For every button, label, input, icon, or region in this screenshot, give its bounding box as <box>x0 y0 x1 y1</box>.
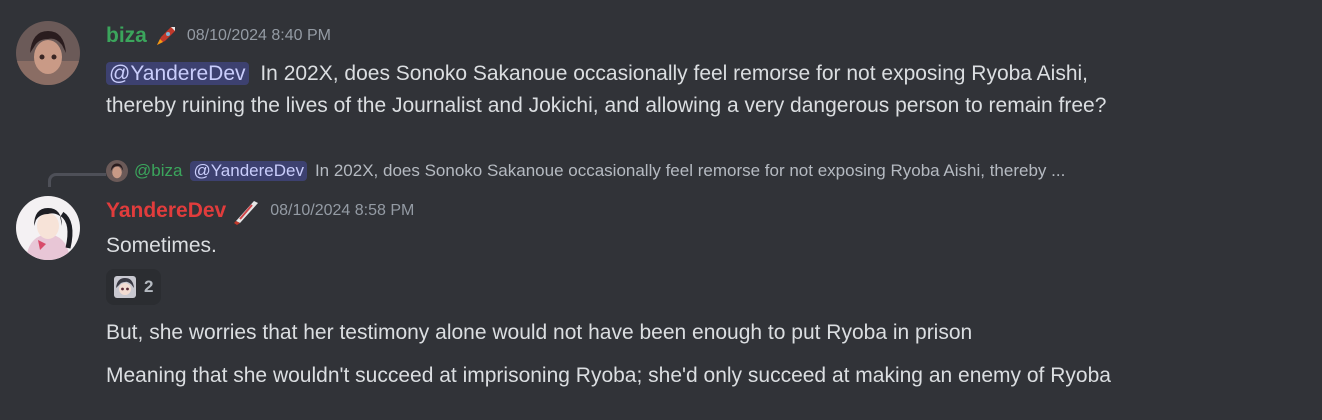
reply-spine <box>48 173 106 187</box>
mention[interactable]: @YandereDev <box>106 62 249 85</box>
message-line: @YandereDev In 202X, does Sonoko Sakanou… <box>106 58 1306 90</box>
message-content: @YandereDev In 202X, does Sonoko Sakanou… <box>106 58 1306 122</box>
reply-snippet: In 202X, does Sonoko Sakanoue occasional… <box>314 161 1066 180</box>
message-text: In 202X, does Sonoko Sakanoue occasional… <box>260 62 1089 85</box>
followup-message: Meaning that she wouldn't succeed at imp… <box>106 360 1111 392</box>
anime-face-emoji-icon <box>114 276 136 298</box>
reply-avatar <box>106 160 128 182</box>
timestamp: 08/10/2024 8:40 PM <box>186 27 331 44</box>
avatar[interactable] <box>16 21 80 85</box>
message-text: thereby ruining the lives of the Journal… <box>106 94 1107 117</box>
message-content: Sometimes. <box>106 230 217 262</box>
reply-mention[interactable]: @YandereDev <box>190 161 307 181</box>
followup-message: But, she worries that her testimony alon… <box>106 317 972 349</box>
message-text: Meaning that she wouldn't succeed at imp… <box>106 364 1111 387</box>
message-text: But, she worries that her testimony alon… <box>106 321 973 344</box>
username[interactable]: YandereDev <box>106 199 226 223</box>
username[interactable]: biza <box>106 24 147 48</box>
message-line: thereby ruining the lives of the Journal… <box>106 90 1306 122</box>
message-biza: biza 08/10/2024 8:40 PM @YandereDev In 2… <box>0 0 1322 150</box>
knife-icon <box>232 197 262 225</box>
reaction-count: 2 <box>144 277 154 296</box>
rocket-icon <box>153 23 179 49</box>
message-text: Sometimes. <box>106 234 217 257</box>
avatar[interactable] <box>16 196 80 260</box>
reply-username[interactable]: @biza <box>134 161 182 181</box>
timestamp: 08/10/2024 8:58 PM <box>270 202 415 219</box>
reply-reference[interactable]: @biza @YandereDev In 202X, does Sonoko S… <box>106 160 1065 182</box>
reaction-button[interactable]: 2 <box>106 269 162 305</box>
